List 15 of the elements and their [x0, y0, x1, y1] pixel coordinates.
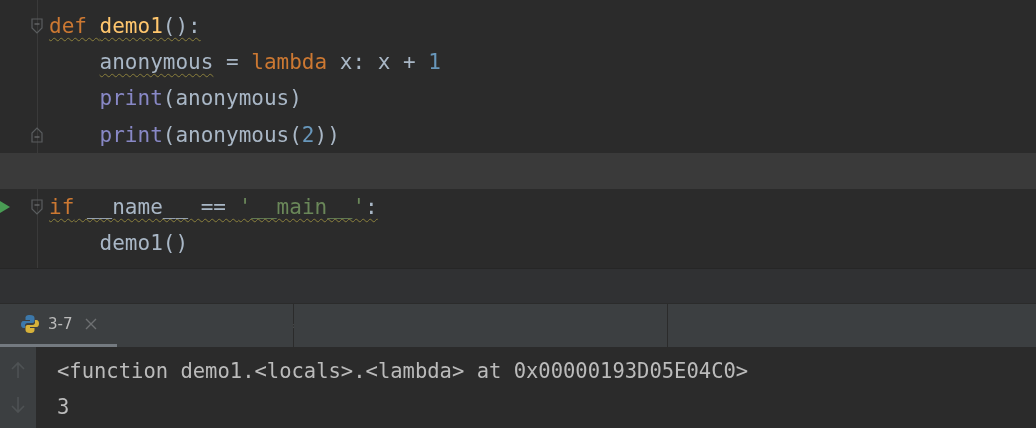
fold-icon[interactable] — [31, 18, 43, 34]
code-line: demo1() — [98, 231, 189, 256]
code-line: anonymous = lambda x: x + 1 — [98, 50, 441, 75]
run-icon[interactable] — [0, 200, 10, 213]
code-editor[interactable]: def demo1(): anonymous = lambda x: x + 1 print(anonymous) print(anonymous(2)) if __name__ == '__main__': demo1() — [0, 0, 1036, 268]
fold-icon[interactable] — [31, 126, 43, 143]
fold-icon[interactable] — [31, 198, 43, 215]
python-icon — [20, 314, 40, 334]
console-output-line: <function demo1.<locals>.<lambda> at 0x00000193D05E04C0> — [57, 358, 749, 385]
close-icon[interactable] — [84, 318, 97, 330]
code-line: print(anonymous(2)) — [98, 122, 340, 147]
code-line: if __name__ == '__main__': — [49, 195, 378, 220]
code-line: print(anonymous) — [98, 86, 302, 111]
code-line: def demo1(): — [49, 14, 201, 39]
console-output-line: 3 — [57, 394, 71, 421]
